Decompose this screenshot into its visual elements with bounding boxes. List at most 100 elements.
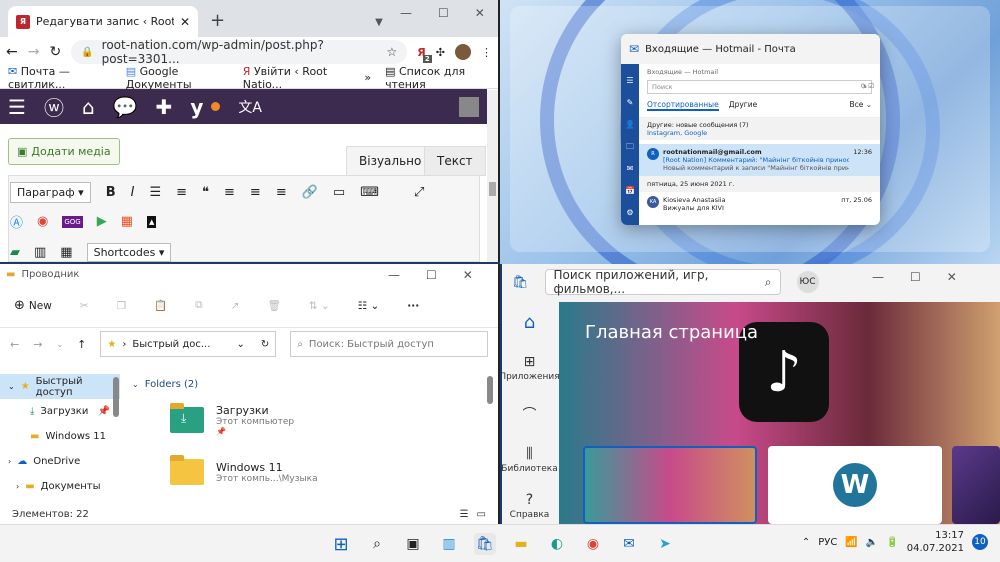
user-avatar[interactable]: ЮС xyxy=(796,271,819,293)
extension-icon[interactable]: Я2 xyxy=(417,46,432,63)
close-button[interactable]: ✕ xyxy=(463,268,473,282)
browser-tab[interactable]: Я Редагувати запис ‹ Root Nation ✕ xyxy=(8,6,198,37)
address-bar[interactable]: 🔒 root-nation.com/wp-admin/post.php?post… xyxy=(71,38,408,66)
appstore-icon[interactable]: Ⓐ xyxy=(10,212,23,231)
bookmark-mail[interactable]: ✉ Почта — свитлик... xyxy=(8,65,112,91)
table-icon[interactable]: ▦ xyxy=(60,245,72,260)
menu-icon[interactable]: ⋮ xyxy=(481,46,492,59)
nav-onedrive[interactable]: › ☁ OneDrive xyxy=(0,449,120,474)
close-button[interactable]: ✕ xyxy=(475,6,485,20)
widgets-icon[interactable]: ▥ xyxy=(438,533,460,555)
align-left-icon[interactable]: ≡ xyxy=(224,185,235,200)
nav-games[interactable]: ⌒ xyxy=(502,394,557,434)
bullet-list-icon[interactable]: ☰ xyxy=(149,185,161,200)
store-icon[interactable]: 🛍 xyxy=(474,533,496,555)
telegram-icon[interactable]: ➤ xyxy=(654,533,676,555)
group-header[interactable]: ⌄ Folders (2) xyxy=(128,374,484,394)
add-icon[interactable]: ✚ xyxy=(156,95,173,119)
mail-sync-icon[interactable]: ⟳ ☑ xyxy=(861,82,874,90)
other-notice[interactable]: Другие: новые сообщения (7) Instagram, G… xyxy=(639,118,880,140)
forward-icon[interactable]: → xyxy=(28,44,40,60)
nav-quick-access[interactable]: ⌄ ★ Быстрый доступ xyxy=(0,374,120,399)
up-icon[interactable]: ↑ xyxy=(77,338,86,351)
format-select[interactable]: Параграф ▾ xyxy=(10,182,91,203)
bold-icon[interactable]: B xyxy=(106,185,116,200)
hero-banner[interactable]: ♪ Главная страница W xyxy=(559,302,1000,524)
microsoft-icon[interactable]: ▦ xyxy=(121,214,133,229)
nav-library[interactable]: ⫼ Библиотека xyxy=(502,440,558,480)
translate-icon[interactable]: 文A xyxy=(238,97,262,117)
recent-chevron-icon[interactable]: ⌄ xyxy=(56,340,63,349)
new-tab-button[interactable]: + xyxy=(210,10,225,31)
battery-icon[interactable]: 🔋 xyxy=(886,537,898,548)
bookmark-docs[interactable]: ▤ Google Документы xyxy=(126,65,229,91)
chart-icon[interactable]: ▥ xyxy=(34,245,46,260)
scrollbar[interactable] xyxy=(487,90,498,262)
folder-item[interactable]: ⤓ Загрузки Этот компьютер 📌 xyxy=(128,394,484,446)
numbered-list-icon[interactable]: ≡ xyxy=(176,185,187,200)
shortcodes-select[interactable]: Shortcodes ▾ xyxy=(86,243,172,262)
close-button[interactable]: ✕ xyxy=(947,270,957,284)
tab-text[interactable]: Текст xyxy=(424,146,486,176)
tiles-view-icon[interactable]: ▭ xyxy=(477,509,486,520)
nav-documents[interactable]: › ▬ Документы xyxy=(0,474,120,499)
game-card[interactable] xyxy=(952,446,1000,524)
mail-search[interactable]: Поиск ⌕ xyxy=(647,80,872,94)
delete-icon[interactable]: 🗑 xyxy=(267,299,280,312)
close-tab-icon[interactable]: ✕ xyxy=(180,15,190,29)
wordpress-icon[interactable]: ⓦ xyxy=(44,92,64,121)
rename-icon[interactable]: ⧉ xyxy=(195,299,203,312)
chrome-icon[interactable]: ◉ xyxy=(37,214,48,229)
view-icon[interactable]: ☷ ⌄ xyxy=(358,300,380,312)
language-indicator[interactable]: РУС xyxy=(818,537,837,548)
back-icon[interactable]: ← xyxy=(10,338,19,351)
reading-list[interactable]: ▤ Список для чтения xyxy=(385,65,490,91)
filter-select[interactable]: Все ⌄ xyxy=(849,100,872,111)
nav-downloads[interactable]: ⤓ Загрузки 📌 xyxy=(0,399,120,424)
more-icon[interactable]: ··· xyxy=(407,300,419,312)
tab-search-icon[interactable]: ▼ xyxy=(375,17,383,28)
googleplay-icon[interactable]: ▶ xyxy=(97,214,107,229)
wordpress-card[interactable]: W xyxy=(768,446,942,524)
chrome-icon[interactable]: ◉ xyxy=(582,533,604,555)
nav-apps[interactable]: ⊞ Приложения xyxy=(502,348,560,388)
task-view-icon[interactable]: ▣ xyxy=(402,533,424,555)
profile-avatar[interactable] xyxy=(455,44,471,60)
forward-icon[interactable]: → xyxy=(33,338,42,351)
align-center-icon[interactable]: ≡ xyxy=(250,185,261,200)
align-right-icon[interactable]: ≡ xyxy=(276,185,287,200)
hamburger-icon[interactable]: ☰ xyxy=(8,95,26,119)
start-icon[interactable]: ⊞ xyxy=(330,533,352,555)
nav-windows11[interactable]: ▬ Windows 11 xyxy=(0,424,120,449)
mail-item-selected[interactable]: R rootnationmail@gmail.com [Root Nation]… xyxy=(639,144,880,176)
link-icon[interactable]: 🔗 xyxy=(302,185,318,200)
mail-item[interactable]: KA Kiosieva Anastasiia Вижуалы для KIVI … xyxy=(639,192,880,216)
unlink-icon[interactable]: ▭ xyxy=(333,185,345,200)
folder-item[interactable]: Windows 11 Этот компь...\Музыка xyxy=(128,446,484,498)
copy-icon[interactable]: ❐ xyxy=(117,300,126,312)
tab-visual[interactable]: Візуально xyxy=(346,146,435,176)
nav-help[interactable]: ? Справка xyxy=(502,486,557,524)
bookmark-star-icon[interactable]: ☆ xyxy=(387,45,398,59)
minimize-button[interactable]: — xyxy=(872,270,884,284)
bookmark-login[interactable]: Я Увійти ‹ Root Natio... xyxy=(243,65,351,91)
home-icon[interactable]: ⌂ xyxy=(82,95,95,119)
gog-icon[interactable]: GOG xyxy=(62,215,83,228)
maximize-button[interactable]: ☐ xyxy=(426,268,437,282)
reload-icon[interactable]: ↻ xyxy=(49,44,61,60)
maximize-button[interactable]: ☐ xyxy=(438,6,449,20)
tray-overflow-icon[interactable]: ⌃ xyxy=(802,537,810,548)
tiktok-card[interactable] xyxy=(583,446,757,524)
sort-icon[interactable]: ⇅ ⌄ xyxy=(309,300,330,312)
puzzle-icon[interactable]: ✣ xyxy=(436,46,445,59)
maximize-button[interactable]: ☐ xyxy=(910,270,921,284)
cut-icon[interactable]: ✂ xyxy=(80,300,89,312)
more-bookmarks-icon[interactable]: » xyxy=(364,71,371,84)
tab-focused[interactable]: Отсортированные xyxy=(647,100,719,111)
minimize-button[interactable]: — xyxy=(400,6,412,20)
add-media-button[interactable]: ▣ Додати медіа xyxy=(8,138,120,165)
content-scrollbar[interactable] xyxy=(487,376,493,404)
share-icon[interactable]: ↗ xyxy=(231,300,240,312)
new-button[interactable]: ⊕ New xyxy=(14,298,52,313)
admin-avatar[interactable] xyxy=(459,96,479,117)
